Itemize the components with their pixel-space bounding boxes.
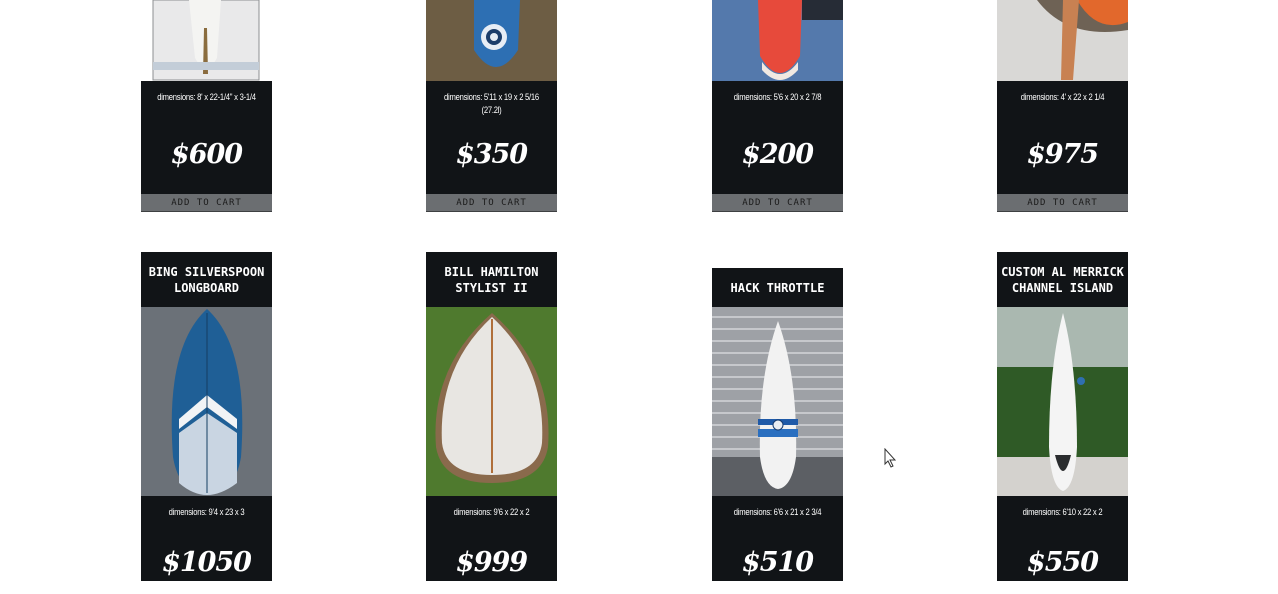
surfboard-image[interactable] (997, 0, 1128, 81)
product-title[interactable]: BING SILVERSPOON LONGBOARD (141, 252, 272, 307)
product-card: dimensions: 5'6 x 20 x 2 7/8 $200 ADD TO… (712, 0, 843, 212)
product-title[interactable]: CUSTOM AL MERRICK CHANNEL ISLAND (997, 252, 1128, 307)
product-price: $550 (1026, 547, 1099, 578)
surfboard-image[interactable] (712, 307, 843, 496)
surfboard-image[interactable] (712, 0, 843, 81)
product-price: $510 (741, 547, 814, 578)
add-to-cart-button[interactable]: ADD TO CART (426, 194, 557, 212)
product-dimensions: dimensions: 9'6 x 22 x 2 (453, 507, 530, 517)
product-card: HACK THROTTLE dimensions: 6'6 x 21 x 2 3… (712, 268, 843, 581)
add-to-cart-button[interactable]: ADD TO CART (712, 194, 843, 212)
product-title[interactable]: BILL HAMILTON STYLIST II (426, 252, 557, 307)
product-price: $350 (455, 139, 528, 170)
surfboard-image[interactable] (997, 307, 1128, 496)
add-to-cart-button[interactable]: ADD TO CART (141, 194, 272, 212)
product-card: BILL HAMILTON STYLIST II dimensions: 9'6… (426, 252, 557, 581)
product-title[interactable]: HACK THROTTLE (712, 268, 843, 307)
surfboard-image[interactable] (426, 307, 557, 496)
product-card: BING SILVERSPOON LONGBOARD dimensions: 9… (141, 252, 272, 581)
product-dimensions: dimensions: 9'4 x 23 x 3 (168, 507, 245, 517)
product-price: $1050 (162, 547, 252, 578)
product-dimensions: dimensions: 6'10 x 22 x 2 (1022, 507, 1103, 517)
product-card: dimensions: 5'11 x 19 x 2 5/16 (27.2l) $… (426, 0, 557, 212)
product-dimensions: dimensions: 8' x 22-1/4" x 3-1/4 (157, 92, 256, 102)
product-card: CUSTOM AL MERRICK CHANNEL ISLAND dimensi… (997, 252, 1128, 581)
product-dimensions: dimensions: 6'6 x 21 x 2 3/4 (733, 507, 822, 517)
product-price: $200 (741, 139, 814, 170)
product-dimensions: dimensions: 4' x 22 x 2 1/4 (1020, 92, 1105, 102)
mouse-cursor-icon (884, 447, 897, 472)
surfboard-image[interactable] (426, 0, 557, 81)
surfboard-image[interactable] (141, 0, 272, 81)
add-to-cart-button[interactable]: ADD TO CART (997, 194, 1128, 212)
surfboard-image[interactable] (141, 307, 272, 496)
product-price: $600 (170, 139, 243, 170)
product-card: dimensions: 8' x 22-1/4" x 3-1/4 $600 AD… (141, 0, 272, 212)
product-price: $999 (455, 547, 528, 578)
product-card: dimensions: 4' x 22 x 2 1/4 $975 ADD TO … (997, 0, 1128, 212)
product-dimensions: dimensions: 5'6 x 20 x 2 7/8 (733, 92, 822, 102)
product-price: $975 (1026, 139, 1099, 170)
product-dimensions: dimensions: 5'11 x 19 x 2 5/16 (27.2l) (444, 92, 539, 115)
